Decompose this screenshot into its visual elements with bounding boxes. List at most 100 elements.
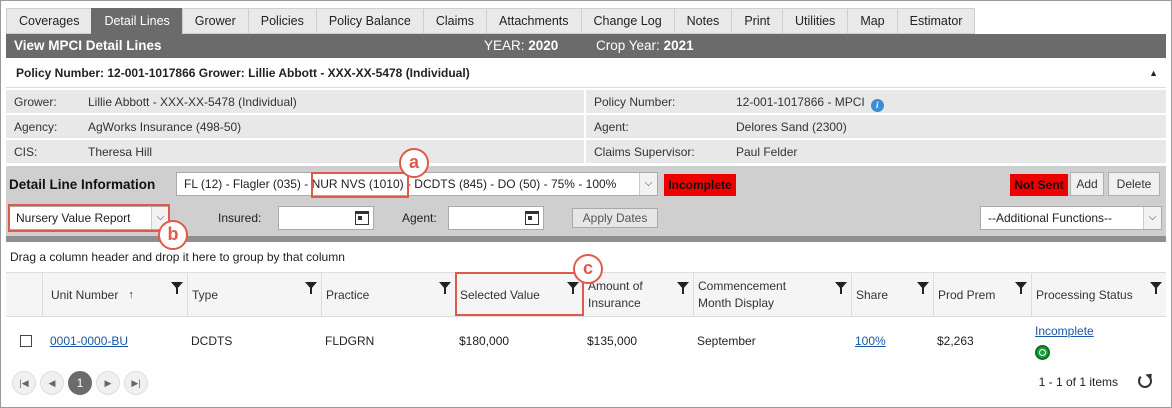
filter-icon[interactable] [439, 282, 451, 294]
annotation-highlight-a [311, 172, 409, 198]
filter-icon[interactable] [835, 282, 847, 294]
header-type[interactable]: Type [187, 273, 321, 317]
detail-line-title: Detail Line Information [9, 177, 156, 192]
header-type-label: Type [192, 288, 219, 302]
last-page-icon[interactable]: ▶| [124, 371, 148, 395]
next-page-icon[interactable]: ▶ [96, 371, 120, 395]
grower-label: Grower: [14, 95, 57, 109]
tab-map[interactable]: Map [847, 8, 897, 34]
chevron-down-icon[interactable]: ⌵ [1143, 207, 1161, 229]
tab-grower[interactable]: Grower [181, 8, 248, 34]
annotation-callout-c: c [573, 254, 603, 284]
header-prod-prem-label: Prod Prem [938, 288, 996, 302]
collapse-caret-icon[interactable]: ▲ [1149, 58, 1158, 88]
cell-type: DCDTS [191, 334, 233, 348]
tab-change-log[interactable]: Change Log [580, 8, 674, 34]
additional-functions-value: --Additional Functions-- [988, 211, 1113, 225]
year-label: YEAR: [484, 38, 525, 53]
header-amount-line2: Insurance [588, 296, 641, 310]
insured-date-input[interactable] [278, 206, 374, 230]
additional-functions-select[interactable]: --Additional Functions-- ⌵ [980, 206, 1162, 230]
first-page-icon[interactable]: |◀ [12, 371, 36, 395]
annotation-callout-a: a [399, 148, 429, 178]
policy-number-row: Policy Number: 12-001-1017866 - MPCI i [586, 90, 1166, 114]
pager-summary: 1 - 1 of 1 items [1038, 375, 1118, 389]
year-value: 2020 [528, 38, 559, 53]
header-select-column [6, 273, 42, 317]
header-share[interactable]: Share [851, 273, 933, 317]
tab-detail-lines[interactable]: Detail Lines [91, 8, 182, 34]
crop-year-value: 2021 [663, 38, 694, 53]
annotation-callout-b: b [158, 220, 188, 250]
cell-commencement-month: September [697, 334, 756, 348]
agency-row: Agency: AgWorks Insurance (498-50) [6, 115, 584, 139]
header-unit-number-label: Unit Number [51, 288, 119, 302]
tab-policy-balance[interactable]: Policy Balance [315, 8, 423, 34]
filter-icon[interactable] [1150, 282, 1162, 294]
filter-icon[interactable] [677, 282, 689, 294]
cis-value: Theresa Hill [88, 145, 153, 159]
cis-row: CIS: Theresa Hill [6, 140, 584, 164]
header-processing-status-label: Processing Status [1036, 288, 1133, 302]
status-indicator-icon [1035, 345, 1050, 360]
tab-notes[interactable]: Notes [673, 8, 732, 34]
header-share-label: Share [856, 288, 889, 302]
tab-attachments[interactable]: Attachments [486, 8, 581, 34]
group-by-hint[interactable]: Drag a column header and drop it here to… [10, 250, 345, 264]
agent-value: Delores Sand (2300) [736, 120, 847, 134]
header-prod-prem[interactable]: Prod Prem [933, 273, 1031, 317]
tab-policies[interactable]: Policies [247, 8, 316, 34]
policy-header-bar[interactable]: Policy Number: 12-001-1017866 Grower: Li… [6, 58, 1166, 88]
cell-unit-number: 0001-0000-BU [46, 317, 128, 365]
refresh-icon[interactable] [1138, 374, 1152, 388]
tab-print[interactable]: Print [731, 8, 783, 34]
detail-lines-grid: Unit Number ↑ Type Practice Selected Val… [6, 272, 1166, 365]
delete-button[interactable]: Delete [1108, 172, 1160, 196]
header-processing-status[interactable]: Processing Status [1031, 273, 1166, 317]
previous-page-icon[interactable]: ◀ [40, 371, 64, 395]
info-icon[interactable]: i [870, 99, 884, 112]
tab-utilities[interactable]: Utilities [782, 8, 848, 34]
chevron-down-icon[interactable]: ⌵ [639, 173, 657, 195]
apply-dates-button[interactable]: Apply Dates [572, 208, 658, 228]
calendar-icon[interactable] [525, 211, 539, 225]
cell-selected-value: $180,000 [459, 334, 510, 348]
tab-claims[interactable]: Claims [422, 8, 487, 34]
header-commencement-month[interactable]: Commencement Month Display [693, 273, 851, 317]
tab-coverages[interactable]: Coverages [6, 8, 92, 34]
grower-row: Grower: Lillie Abbott - XXX-XX-5478 (Ind… [6, 90, 584, 114]
add-button[interactable]: Add [1070, 172, 1104, 196]
crop-year-label: Crop Year: [596, 38, 660, 53]
cell-processing-status: Incomplete [1031, 317, 1094, 365]
policy-number-value-wrap: 12-001-1017866 - MPCI i [736, 90, 884, 114]
tab-estimator[interactable]: Estimator [896, 8, 976, 34]
claims-supervisor-value: Paul Felder [736, 145, 798, 159]
header-practice[interactable]: Practice [321, 273, 455, 317]
filter-icon[interactable] [917, 282, 929, 294]
cell-prod-prem: $2,263 [937, 334, 974, 348]
calendar-icon[interactable] [355, 211, 369, 225]
sort-ascending-icon[interactable]: ↑ [128, 289, 134, 301]
header-commencement-line1: Commencement [698, 279, 787, 293]
annotation-highlight-b [8, 204, 170, 232]
table-row[interactable]: 0001-0000-BU DCDTS FLDGRN $180,000 $135,… [6, 317, 1166, 365]
insured-date-label: Insured: [218, 211, 262, 225]
filter-icon[interactable] [171, 282, 183, 294]
header-commencement-line2: Month Display [698, 296, 775, 310]
filter-icon[interactable] [1015, 282, 1027, 294]
agent-row: Agent: Delores Sand (2300) [586, 115, 1166, 139]
year-display: YEAR: 2020 [484, 34, 558, 58]
agent-date-input[interactable] [448, 206, 544, 230]
processing-status-link[interactable]: Incomplete [1035, 324, 1094, 338]
status-badge-incomplete: Incomplete [664, 174, 736, 196]
header-unit-number[interactable]: Unit Number ↑ [42, 273, 187, 317]
cis-label: CIS: [14, 145, 38, 159]
unit-number-link[interactable]: 0001-0000-BU [50, 334, 128, 348]
page-button-current[interactable]: 1 [68, 371, 92, 395]
title-bar: View MPCI Detail Lines YEAR: 2020 Crop Y… [6, 34, 1166, 58]
header-amount-of-insurance[interactable]: Amount of Insurance [583, 273, 693, 317]
filter-icon[interactable] [305, 282, 317, 294]
cell-share: 100% [851, 317, 886, 365]
share-link[interactable]: 100% [855, 334, 886, 348]
row-checkbox[interactable] [20, 335, 32, 347]
